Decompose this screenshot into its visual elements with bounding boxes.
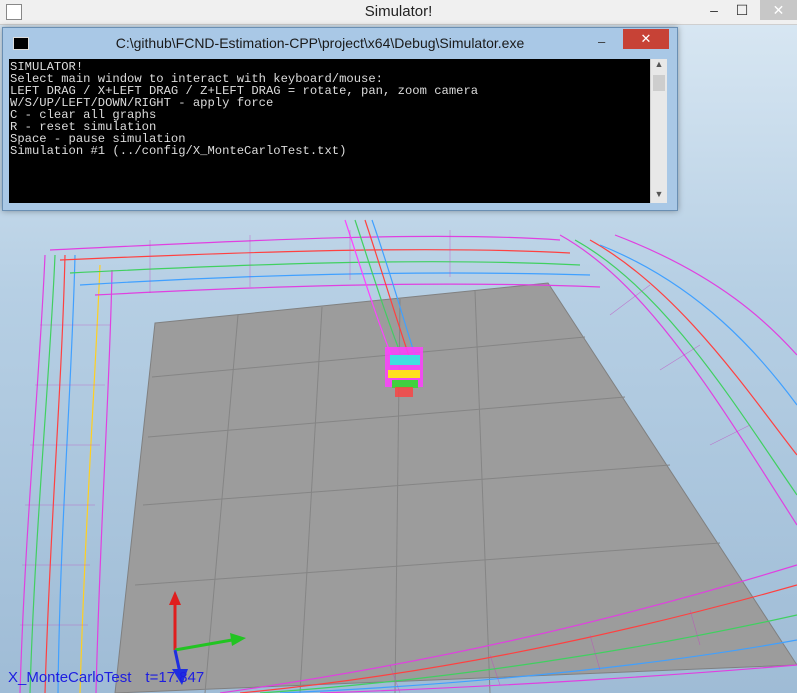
console-line: Simulation #1 (../config/X_MonteCarloTes… — [10, 144, 347, 158]
main-window-titlebar: Simulator! – ☐ ✕ — [0, 0, 797, 25]
console-minimize-button[interactable]: – — [598, 34, 605, 49]
console-output: SIMULATOR! Select main window to interac… — [9, 59, 650, 203]
console-close-button[interactable]: ✕ — [623, 29, 669, 49]
scroll-down-arrow-icon[interactable]: ▼ — [651, 189, 667, 203]
minimize-button[interactable]: – — [700, 0, 728, 20]
simulation-time: t=17.847 — [145, 669, 205, 686]
maximize-button[interactable]: ☐ — [728, 0, 756, 20]
scroll-thumb[interactable] — [653, 75, 665, 91]
scenario-name: X_MonteCarloTest — [8, 669, 132, 686]
floor-grid — [114, 282, 797, 693]
status-bar: X_MonteCarloTest t=17.847 — [8, 669, 218, 686]
console-window[interactable]: C:\github\FCND-Estimation-CPP\project\x6… — [2, 27, 678, 211]
console-title: C:\github\FCND-Estimation-CPP\project\x6… — [115, 35, 525, 51]
console-titlebar[interactable]: C:\github\FCND-Estimation-CPP\project\x6… — [3, 28, 677, 58]
main-window-title: Simulator! — [364, 3, 433, 20]
console-scrollbar[interactable]: ▲ ▼ — [650, 59, 667, 203]
scroll-up-arrow-icon[interactable]: ▲ — [651, 59, 667, 73]
close-button[interactable]: ✕ — [760, 0, 797, 20]
